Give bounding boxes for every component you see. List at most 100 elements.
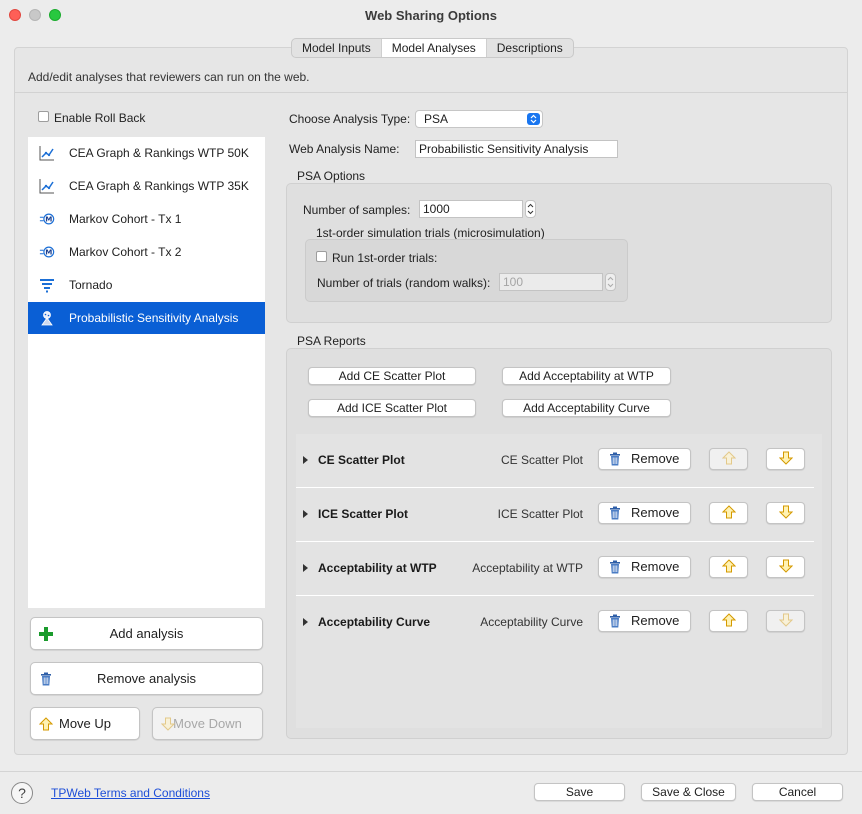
move-down-button[interactable]: Move Down <box>152 707 263 740</box>
move-report-down-button[interactable] <box>766 556 805 578</box>
description-text: Add/edit analyses that reviewers can run… <box>28 70 310 84</box>
title-bar: Web Sharing Options <box>0 0 862 32</box>
list-item[interactable]: M Markov Cohort - Tx 2 <box>28 236 265 268</box>
save-close-button[interactable]: Save & Close <box>641 783 736 801</box>
report-name: Acceptability Curve <box>318 615 431 629</box>
markov-node-icon: M <box>39 211 55 227</box>
analysis-type-label: Choose Analysis Type: <box>289 112 411 126</box>
add-acceptability-curve-button[interactable]: Add Acceptability Curve <box>502 399 671 417</box>
report-row: Acceptability Curve Acceptability Curve … <box>296 596 814 650</box>
add-analysis-button[interactable]: Add analysis <box>30 617 263 650</box>
first-order-group <box>305 239 628 302</box>
report-name: CE Scatter Plot <box>318 453 405 467</box>
arrow-up-icon <box>721 612 736 630</box>
run-first-order-label: Run 1st-order trials: <box>332 251 438 265</box>
tab-bar: Model Inputs Model Analyses Descriptions <box>291 38 574 58</box>
arrow-up-icon <box>38 716 54 732</box>
web-analysis-name-input[interactable]: Probabilistic Sensitivity Analysis <box>415 140 618 158</box>
tab-model-inputs[interactable]: Model Inputs <box>292 39 382 57</box>
samples-input[interactable]: 1000 <box>419 200 523 218</box>
trash-icon <box>608 506 622 520</box>
svg-text:M: M <box>45 248 52 257</box>
list-item[interactable]: M Markov Cohort - Tx 1 <box>28 203 265 235</box>
analysis-type-select[interactable]: PSA <box>415 110 543 128</box>
trials-stepper[interactable] <box>605 273 616 291</box>
move-report-up-button[interactable] <box>709 448 748 470</box>
samples-stepper[interactable] <box>525 200 536 218</box>
list-item[interactable]: CEA Graph & Rankings WTP 35K <box>28 170 265 202</box>
enable-rollback-checkbox[interactable] <box>38 111 49 122</box>
list-item-label: Markov Cohort - Tx 2 <box>69 245 182 259</box>
save-button[interactable]: Save <box>534 783 625 801</box>
move-report-down-button[interactable] <box>766 502 805 524</box>
window-title: Web Sharing Options <box>365 8 497 23</box>
move-report-up-button[interactable] <box>709 556 748 578</box>
report-row: Acceptability at WTP Acceptability at WT… <box>296 542 814 596</box>
tab-model-analyses[interactable]: Model Analyses <box>381 39 487 57</box>
chevron-updown-icon <box>527 113 540 125</box>
disclosure-triangle-icon[interactable] <box>303 456 308 464</box>
list-item-label: Tornado <box>69 278 113 292</box>
disclosure-triangle-icon[interactable] <box>303 618 308 626</box>
arrow-down-icon <box>160 716 176 732</box>
markov-node-icon: M <box>39 244 55 260</box>
tornado-icon <box>39 277 55 293</box>
report-type: CE Scatter Plot <box>500 453 583 467</box>
report-list: CE Scatter Plot CE Scatter Plot Remove I… <box>296 434 822 728</box>
report-type: Acceptability at WTP <box>472 561 583 575</box>
footer-divider <box>0 771 862 772</box>
list-item-label: CEA Graph & Rankings WTP 50K <box>69 146 249 160</box>
report-name: Acceptability at WTP <box>318 561 437 575</box>
list-item[interactable]: Tornado <box>28 269 265 301</box>
move-up-button[interactable]: Move Up <box>30 707 140 740</box>
remove-report-button[interactable]: Remove <box>598 610 691 632</box>
move-report-down-button[interactable] <box>766 610 805 632</box>
chart-line-icon <box>39 145 55 161</box>
report-name: ICE Scatter Plot <box>318 507 409 521</box>
add-acceptability-wtp-button[interactable]: Add Acceptability at WTP <box>502 367 671 385</box>
run-first-order-checkbox[interactable] <box>316 251 327 262</box>
divider <box>15 92 847 93</box>
remove-report-button[interactable]: Remove <box>598 556 691 578</box>
report-type: Acceptability Curve <box>480 615 583 629</box>
tab-descriptions[interactable]: Descriptions <box>487 39 573 57</box>
add-ce-scatter-button[interactable]: Add CE Scatter Plot <box>308 367 476 385</box>
terms-link[interactable]: TPWeb Terms and Conditions <box>51 786 210 800</box>
list-item[interactable]: Probabilistic Sensitivity Analysis <box>28 302 265 334</box>
psa-reports-title: PSA Reports <box>297 334 366 348</box>
remove-report-button[interactable]: Remove <box>598 502 691 524</box>
arrow-up-icon <box>721 504 736 522</box>
trials-label: Number of trials (random walks): <box>317 276 491 290</box>
trials-input[interactable]: 100 <box>499 273 603 291</box>
move-report-down-button[interactable] <box>766 448 805 470</box>
trash-icon <box>608 614 622 628</box>
list-item[interactable]: CEA Graph & Rankings WTP 50K <box>28 137 265 169</box>
list-item-label: Probabilistic Sensitivity Analysis <box>69 311 239 325</box>
cancel-button[interactable]: Cancel <box>752 783 843 801</box>
arrow-down-icon <box>778 451 793 468</box>
trash-icon <box>38 671 54 687</box>
web-analysis-name-label: Web Analysis Name: <box>289 142 400 156</box>
trash-icon <box>608 452 622 466</box>
chart-line-icon <box>39 178 55 194</box>
remove-analysis-button[interactable]: Remove analysis <box>30 662 263 695</box>
add-ice-scatter-button[interactable]: Add ICE Scatter Plot <box>308 399 476 417</box>
move-report-up-button[interactable] <box>709 502 748 524</box>
disclosure-triangle-icon[interactable] <box>303 510 308 518</box>
psa-dice-icon <box>39 310 55 326</box>
help-button[interactable]: ? <box>11 782 33 804</box>
report-row: CE Scatter Plot CE Scatter Plot Remove <box>296 434 814 488</box>
arrow-up-icon <box>721 558 736 576</box>
analysis-list: CEA Graph & Rankings WTP 50K CEA Graph &… <box>28 137 265 608</box>
move-report-up-button[interactable] <box>709 610 748 632</box>
enable-rollback-label: Enable Roll Back <box>54 111 146 125</box>
remove-report-button[interactable]: Remove <box>598 448 691 470</box>
arrow-down-icon <box>778 505 793 522</box>
list-item-label: Markov Cohort - Tx 1 <box>69 212 182 226</box>
svg-text:M: M <box>45 215 52 224</box>
plus-icon <box>38 626 54 642</box>
arrow-down-icon <box>778 613 793 630</box>
analysis-type-value: PSA <box>424 112 449 126</box>
report-row: ICE Scatter Plot ICE Scatter Plot Remove <box>296 488 814 542</box>
disclosure-triangle-icon[interactable] <box>303 564 308 572</box>
